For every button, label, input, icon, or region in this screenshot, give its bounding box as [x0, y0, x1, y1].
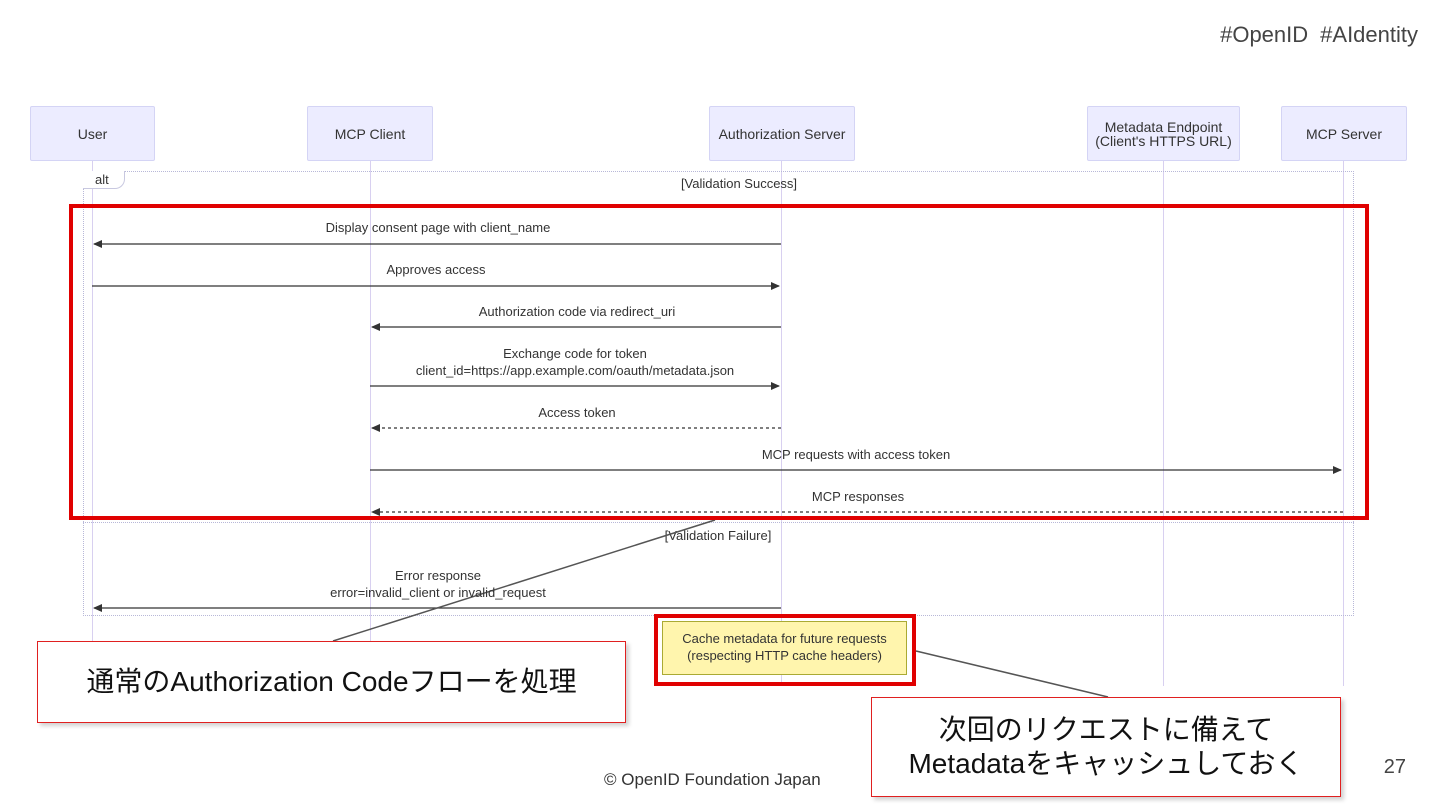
success-flow-highlight: [69, 204, 1369, 520]
message-label: Error response error=invalid_client or i…: [330, 568, 546, 600]
footer-copyright: © OpenID Foundation Japan: [604, 770, 821, 789]
callout-connector-cache: [915, 650, 1109, 698]
callout-cache: 次回のリクエストに備えて Metadataをキャッシュしておく: [871, 697, 1341, 797]
page-number: 27: [1383, 756, 1406, 778]
cache-note-highlight: [654, 614, 916, 686]
callout-flow: 通常のAuthorization Codeフローを処理: [37, 641, 626, 723]
